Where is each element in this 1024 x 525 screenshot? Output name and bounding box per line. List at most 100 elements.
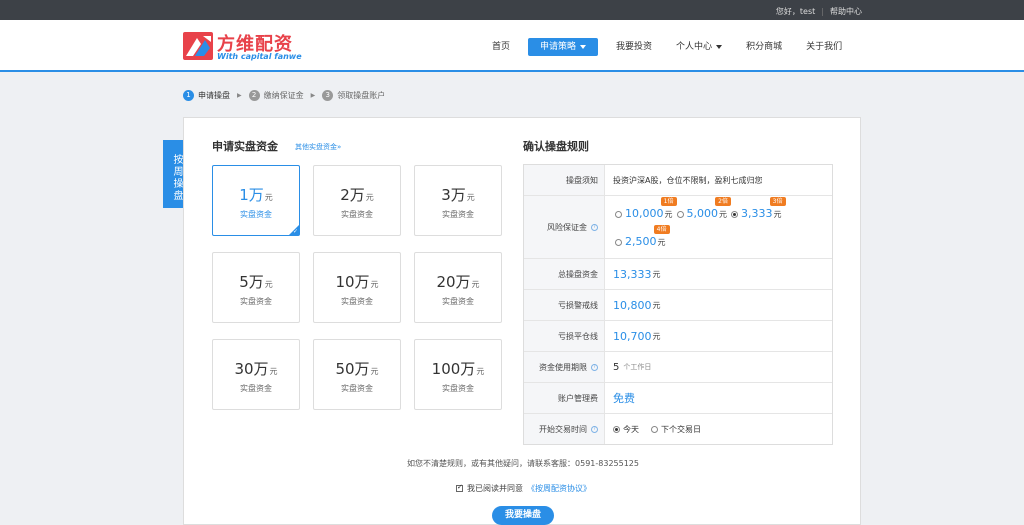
fund-amount: 5万	[239, 273, 264, 291]
fund-unit: 元	[264, 280, 273, 289]
risk-unit: 元	[773, 210, 782, 219]
start-next-label: 下个交易日	[661, 424, 701, 434]
agreement: 我已阅读并同意 《按周配资协议》	[456, 483, 591, 494]
rule-row-start: 开始交易时间? 今天 下个交易日	[524, 414, 832, 444]
nav-apply-strategy[interactable]: 申请策略	[528, 38, 599, 56]
nav-about-us-label: 关于我们	[806, 42, 843, 52]
fund-card-10w[interactable]: 10万元 实盘资金	[313, 252, 401, 323]
yuan-unit: 元	[652, 269, 661, 279]
multiple-badge: 4倍	[653, 224, 670, 234]
rule-label-text: 操盘须知	[566, 175, 598, 185]
logo[interactable]: 方维配资 With capital fanwe	[183, 30, 303, 64]
fund-unit: 元	[370, 367, 379, 376]
fund-sub-label: 实盘资金	[442, 210, 474, 219]
multiple-badge: 3倍	[769, 197, 786, 206]
fund-card-30w[interactable]: 30万元 实盘资金	[212, 339, 300, 410]
nav-personal-center[interactable]: 个人中心	[664, 38, 734, 56]
total-value: 13,333	[613, 267, 652, 281]
step-label: 领取操盘账户	[337, 91, 386, 100]
radio-icon	[651, 425, 658, 433]
nav-invest[interactable]: 我要投资	[604, 38, 664, 56]
fee-value: 免费	[613, 392, 635, 405]
rule-value: 投资沪深A股，仓位不限制，盈利七成归您	[613, 175, 763, 185]
radio-icon	[615, 211, 622, 218]
risk-option[interactable]: 2,500元 4倍	[615, 224, 670, 253]
step-label: 缴纳保证金	[263, 91, 304, 100]
fund-sub-label: 实盘资金	[240, 384, 272, 393]
fund-card-3w[interactable]: 3万元 实盘资金	[414, 165, 502, 236]
fund-card-2w[interactable]: 2万元 实盘资金	[313, 165, 401, 236]
fund-unit: 元	[471, 280, 480, 289]
agreement-link[interactable]: 《按周配资协议》	[527, 483, 591, 494]
fund-unit: 元	[269, 367, 278, 376]
fund-sub-label: 实盘资金	[442, 297, 474, 306]
rule-label: 亏损警戒线	[524, 290, 605, 320]
fund-card-1w[interactable]: 1万元 实盘资金 ✓	[212, 165, 300, 236]
step-number: 1	[183, 90, 194, 101]
nav-home[interactable]: 首页	[480, 38, 522, 56]
rule-row-close: 亏损平仓线 10,700 元	[524, 321, 832, 352]
nav-home-label: 首页	[492, 42, 511, 52]
logo-mark-icon	[183, 32, 213, 60]
fund-amount: 100万	[431, 360, 476, 378]
submit-button[interactable]: 我要操盘	[492, 506, 554, 525]
rule-row-warn: 亏损警戒线 10,800 元	[524, 290, 832, 321]
fund-unit: 元	[264, 193, 273, 202]
fund-amount: 10万	[335, 273, 370, 291]
rule-label-text: 亏损警戒线	[558, 300, 598, 310]
help-center-link[interactable]: 帮助中心	[830, 6, 862, 17]
rule-row-fee: 账户管理费 免费	[524, 383, 832, 414]
fund-card-100w[interactable]: 100万元 实盘资金	[414, 339, 502, 410]
period-unit: 个工作日	[623, 363, 652, 371]
yuan-unit: 元	[652, 300, 661, 310]
agree-checkbox[interactable]	[456, 483, 463, 492]
help-icon[interactable]: ?	[591, 425, 598, 433]
nav-about-us[interactable]: 关于我们	[794, 38, 854, 56]
rule-label: 亏损平仓线	[524, 321, 605, 351]
rule-label-text: 账户管理费	[558, 393, 598, 403]
header: 方维配资 With capital fanwe 首页 申请策略 我要投资 个人中…	[0, 20, 1024, 72]
risk-options: 10,000元 1倍 5,000元 2倍 3,333元 3倍 2,500元 4倍	[605, 196, 832, 258]
nav-points-mall[interactable]: 积分商城	[734, 38, 794, 56]
start-today-option[interactable]: 今天	[613, 424, 639, 435]
other-funds-link[interactable]: 其他实盘资金»	[295, 142, 341, 152]
top-bar: 您好，test | 帮助中心	[0, 0, 1024, 20]
risk-option[interactable]: 10,000元 1倍	[615, 197, 677, 225]
rule-value: 今天 下个交易日	[605, 414, 832, 444]
fund-amount: 3万	[441, 186, 466, 204]
fund-card-20w[interactable]: 20万元 实盘资金	[414, 252, 502, 323]
risk-option[interactable]: 3,333元 3倍	[731, 197, 786, 225]
rule-label: 开始交易时间?	[524, 414, 605, 444]
fund-sub-label: 实盘资金	[240, 297, 272, 306]
risk-option[interactable]: 5,000元 2倍	[676, 197, 731, 225]
rule-row-total: 总操盘资金 13,333 元	[524, 259, 832, 290]
check-icon: ✓	[292, 228, 298, 235]
risk-value: 10,000	[625, 207, 664, 220]
radio-icon	[615, 238, 622, 246]
warn-value: 10,800	[613, 298, 652, 312]
apply-funds-title: 申请实盘资金	[212, 140, 278, 153]
rule-value: 10,700 元	[605, 321, 832, 351]
weekly-trading-tab[interactable]: 按周操盘	[163, 140, 183, 208]
top-divider: |	[821, 7, 824, 16]
rule-row-risk: 风险保证金? 10,000元 1倍 5,000元 2倍 3,333元 3倍 2,500…	[524, 196, 832, 259]
yuan-unit: 元	[652, 331, 661, 341]
step-arrow-icon: ▶	[237, 92, 242, 99]
rule-row-period: 资金使用期限? 5 个工作日	[524, 352, 832, 383]
confirm-rules-title: 确认操盘规则	[523, 140, 589, 153]
risk-unit: 元	[657, 237, 666, 247]
fund-sub-label: 实盘资金	[341, 210, 373, 219]
help-icon[interactable]: ?	[591, 363, 598, 371]
start-next-option[interactable]: 下个交易日	[651, 424, 701, 435]
help-icon[interactable]: ?	[591, 223, 598, 231]
rules-table: 操盘须知 投资沪深A股，仓位不限制，盈利七成归您 风险保证金? 10,000元 1…	[523, 164, 833, 445]
rule-label-text: 风险保证金	[547, 222, 587, 232]
step-number: 2	[248, 90, 260, 101]
rule-row-notice: 操盘须知 投资沪深A股，仓位不限制，盈利七成归您	[524, 165, 832, 196]
rule-label-text: 资金使用期限	[539, 362, 587, 372]
fund-card-50w[interactable]: 50万元 实盘资金	[313, 339, 401, 410]
nav-personal-center-label: 个人中心	[676, 42, 713, 52]
fund-card-5w[interactable]: 5万元 实盘资金	[212, 252, 300, 323]
rule-value: 5 个工作日	[605, 352, 832, 382]
rule-label: 操盘须知	[524, 165, 605, 195]
